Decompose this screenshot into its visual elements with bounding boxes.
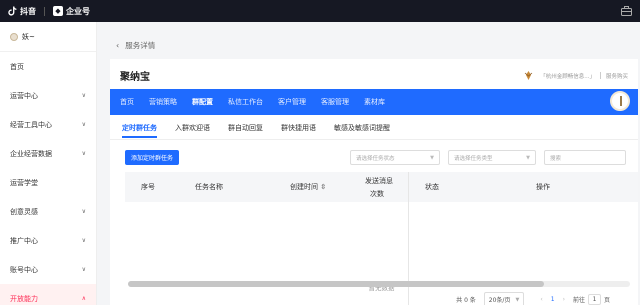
select-placeholder: 请选择任务类型	[454, 155, 493, 162]
tab-customers[interactable]: 客户管理	[278, 97, 306, 107]
sidebar-item-promotion[interactable]: 推广中心 ∨	[0, 226, 96, 255]
scrollbar-thumb[interactable]	[128, 281, 544, 287]
divider	[599, 72, 601, 79]
sidebar-item-label: 经营工具中心	[10, 120, 52, 129]
col-status: 状态	[425, 183, 439, 191]
sidebar-item-home[interactable]: 首页	[0, 52, 96, 81]
divider	[110, 139, 638, 140]
breadcrumb-label: 服务详情	[125, 41, 156, 50]
buy-service-link[interactable]: 服务购买	[606, 72, 628, 80]
top-bar: 抖音 ◆ 企业号	[0, 0, 640, 22]
goto-input[interactable]: 1	[587, 294, 601, 305]
shop-avatar[interactable]	[610, 91, 630, 111]
search-placeholder: 搜索	[550, 155, 562, 162]
subtab-sensitive[interactable]: 敏感及敏感词提醒	[334, 123, 390, 138]
chevron-down-icon: ∨	[81, 121, 86, 128]
horizontal-scrollbar[interactable]	[128, 281, 630, 287]
sidebar-item-tools[interactable]: 经营工具中心 ∨	[0, 110, 96, 139]
tab-marketing[interactable]: 营销策略	[149, 97, 177, 107]
add-task-button[interactable]: 添加定时群任务	[125, 150, 180, 165]
user-profile[interactable]: 妖~	[0, 22, 96, 52]
chevron-down-icon: ∨	[81, 208, 86, 215]
subtab-welcome[interactable]: 入群欢迎语	[175, 123, 210, 138]
col-created-time[interactable]: 创建时间 ⇳	[290, 172, 326, 202]
chevron-down-icon: ▼	[515, 296, 520, 303]
table-header: 序号 任务名称 创建时间 ⇳ 发送消息 次数 状态 操作	[125, 172, 638, 202]
sidebar-item-label: 首页	[10, 62, 24, 71]
sub-tabs: 定时群任务 入群欢迎语 群自动回复 群快捷用语 敏感及敏感词提醒	[122, 123, 408, 138]
briefcase-icon[interactable]	[621, 6, 632, 16]
select-placeholder: 请选择任务状态	[356, 155, 395, 162]
sidebar-item-account[interactable]: 账号中心 ∨	[0, 255, 96, 284]
app-nav-bar: 首页 营销策略 群配置 私信工作台 客户管理 客服管理 素材库	[110, 89, 638, 115]
chevron-down-icon: ∨	[81, 150, 86, 157]
col-index: 序号	[141, 183, 155, 191]
chevron-down-icon: ∨	[81, 92, 86, 99]
sidebar-item-label: 运营学堂	[10, 178, 38, 187]
tab-group-config[interactable]: 群配置	[192, 97, 213, 107]
subtab-quick-phrase[interactable]: 群快捷用语	[281, 123, 316, 138]
sidebar-item-data[interactable]: 企业经营数据 ∨	[0, 139, 96, 168]
breadcrumb: ‹ 服务详情	[116, 40, 155, 51]
prev-page-icon[interactable]: ‹	[540, 296, 542, 303]
total-count: 共 0 条	[456, 297, 476, 304]
enterprise-logo-icon: ◆	[53, 6, 63, 16]
sidebar-item-operations[interactable]: 运营中心 ∨	[0, 81, 96, 110]
sidebar-item-inspiration[interactable]: 创意灵感 ∨	[0, 197, 96, 226]
sidebar-item-academy[interactable]: 运营学堂	[0, 168, 96, 197]
tab-home[interactable]: 首页	[120, 97, 134, 107]
sidebar-item-label: 创意灵感	[10, 207, 38, 216]
sidebar-item-label: 企业经营数据	[10, 149, 52, 158]
subtab-scheduled-task[interactable]: 定时群任务	[122, 123, 157, 138]
tab-materials[interactable]: 素材库	[364, 97, 385, 107]
sidebar-item-label: 账号中心	[10, 265, 38, 274]
sidebar-item-label: 运营中心	[10, 91, 38, 100]
tab-service-mgmt[interactable]: 客服管理	[321, 97, 349, 107]
chevron-down-icon: ▼	[526, 154, 530, 161]
chevron-down-icon: ∨	[81, 266, 86, 273]
shop-name: 「杭州金顾畅信息...」	[540, 73, 595, 80]
col-task-name: 任务名称	[195, 183, 223, 191]
page-title: 聚纳宝	[120, 72, 150, 83]
chevron-down-icon: ▼	[430, 154, 434, 161]
page-size-select[interactable]: 20条/页 ▼	[483, 292, 525, 305]
brand[interactable]: 抖音 ◆ 企业号	[8, 6, 90, 17]
back-icon[interactable]: ‹	[116, 41, 119, 50]
page-number[interactable]: 1	[551, 296, 555, 303]
service-panel: 聚纳宝 「杭州金顾畅信息...」 服务购买 首页 营销策略 群配置 私信工作台 …	[110, 59, 638, 305]
pagination: 共 0 条 20条/页 ▼ ‹ 1 › 前往 1 页	[456, 292, 610, 305]
chevron-down-icon: ∨	[81, 237, 86, 244]
task-status-select[interactable]: 请选择任务状态 ▼	[350, 150, 440, 165]
brand-enterprise: 企业号	[66, 6, 90, 16]
brand-divider	[44, 6, 45, 16]
search-input[interactable]: 搜索	[544, 150, 626, 165]
goto-label: 前往	[572, 297, 585, 304]
col-actions: 操作	[536, 183, 550, 191]
brand-douyin: 抖音	[20, 6, 36, 16]
shop-info: 「杭州金顾畅信息...」 服务购买	[523, 70, 628, 81]
avatar	[10, 32, 18, 41]
sidebar-item-open-capability[interactable]: 开放能力 ∧	[0, 284, 96, 305]
user-name: 妖~	[22, 32, 35, 41]
main-content: ‹ 服务详情 聚纳宝 「杭州金顾畅信息...」 服务购买 首页 营销策略 群配置…	[98, 22, 640, 305]
table-body: 暂无数据	[125, 202, 638, 305]
shop-logo-icon	[524, 71, 533, 80]
sidebar-item-label: 推广中心	[10, 236, 38, 245]
sidebar-item-label: 开放能力	[10, 294, 38, 303]
page-unit: 页	[603, 297, 610, 304]
task-type-select[interactable]: 请选择任务类型 ▼	[448, 150, 536, 165]
sidebar: 妖~ 首页 运营中心 ∨ 经营工具中心 ∨ 企业经营数据 ∨ 运营学堂 创意灵感 ∨ 推…	[0, 22, 97, 305]
subtab-auto-reply[interactable]: 群自动回复	[228, 123, 263, 138]
tiktok-logo-icon	[8, 6, 17, 16]
chevron-up-icon: ∧	[81, 295, 86, 302]
page-size-value: 20条/页	[488, 297, 511, 304]
next-page-icon[interactable]: ›	[563, 296, 565, 303]
tab-dm-workbench[interactable]: 私信工作台	[228, 97, 263, 107]
